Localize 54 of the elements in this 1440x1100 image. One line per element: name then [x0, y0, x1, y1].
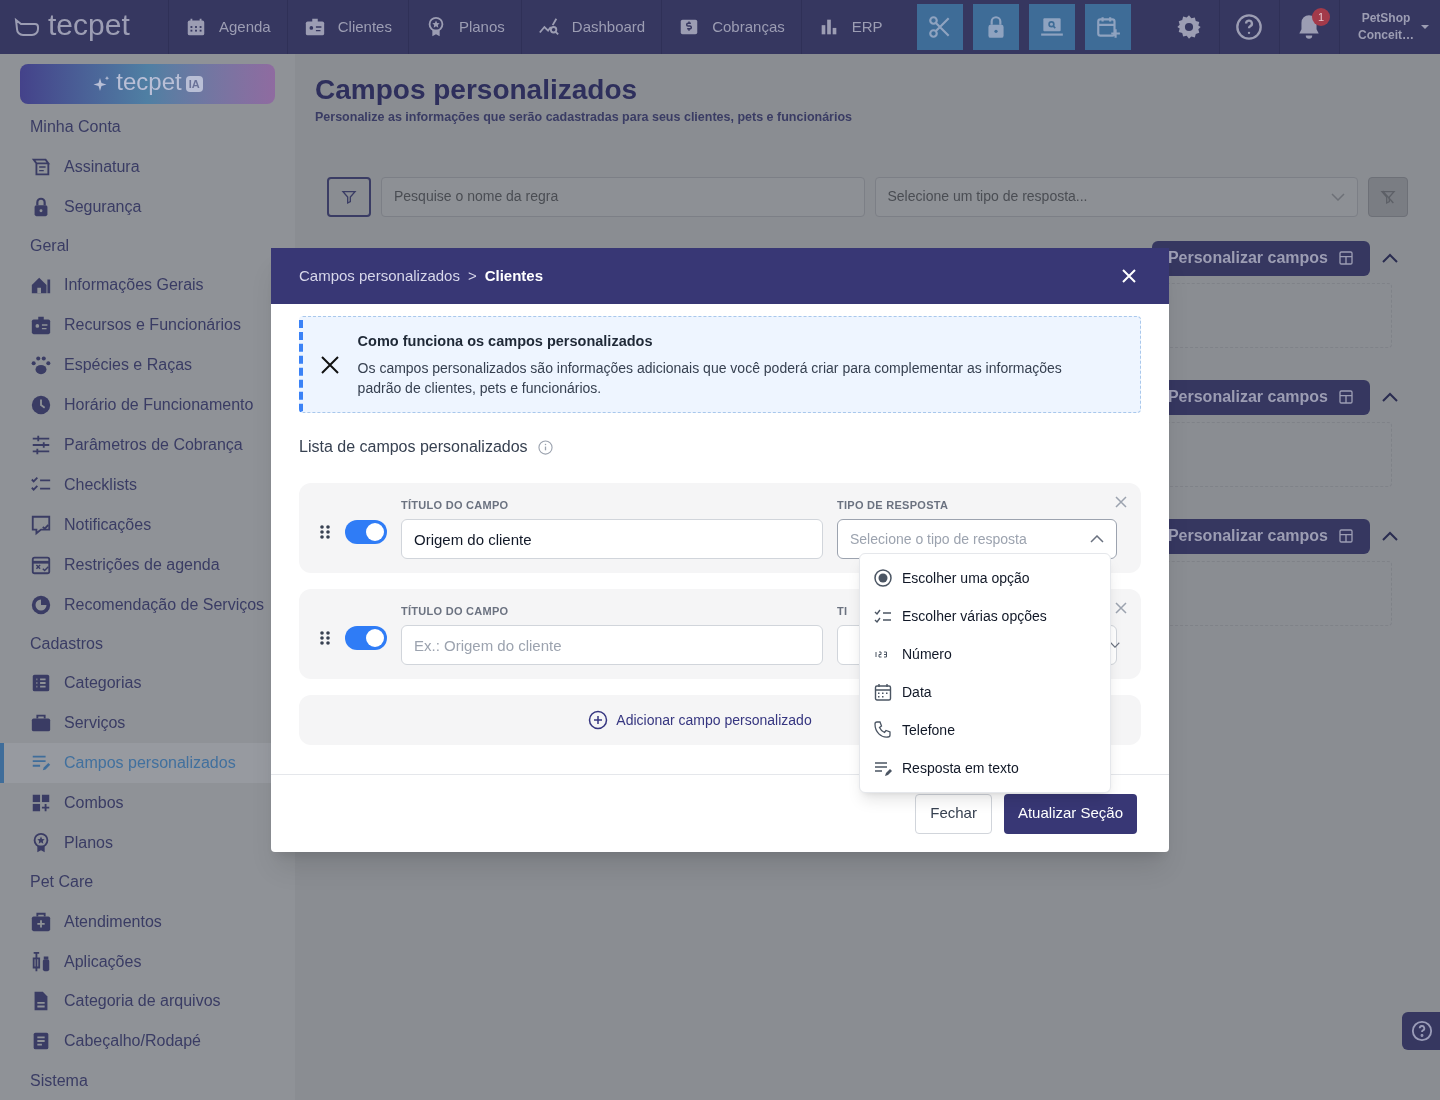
dropdown-option[interactable]: Número: [860, 635, 1110, 673]
info-text: Os campos personalizados são informações adicionais que você poderá criar para complementar as informações padrão de clientes, pets e funcionários.: [357, 359, 1063, 399]
sidebar-item[interactable]: Categorias: [20, 663, 275, 704]
sidebar-item[interactable]: Espécies e Raças: [20, 345, 275, 386]
sidebar-item[interactable]: Checklists: [20, 464, 275, 505]
field-label: TI: [837, 603, 848, 619]
sidebar-item[interactable]: Recursos e Funcionários: [20, 305, 275, 346]
sidebar-item[interactable]: Informações Gerais: [20, 265, 275, 306]
notification-badge: 1: [1312, 8, 1330, 26]
ai-banner[interactable]: tecpet IA: [20, 64, 275, 104]
breadcrumb-current: Clientes: [484, 265, 544, 286]
sidebar-item[interactable]: Assinatura: [20, 146, 275, 187]
sidebar-section-title: Pet Care: [29, 872, 95, 893]
breadcrumb-link[interactable]: Campos personalizados: [299, 264, 460, 288]
sidebar-section-title: Cadastros: [29, 633, 104, 654]
response-type-select[interactable]: Selecione um tipo de resposta...: [874, 176, 1358, 217]
sidebar-section-title: Minha Conta: [29, 117, 122, 138]
sidebar-item[interactable]: Segurança: [20, 186, 275, 227]
sidebar-section-title: Sistema: [29, 1070, 89, 1091]
update-section-button[interactable]: Atualizar Seção: [1003, 793, 1137, 834]
account-name: PetShop: [1361, 10, 1411, 27]
dropdown-option[interactable]: Escolher várias opções: [860, 597, 1110, 635]
ai-banner-logo: tecpet: [116, 69, 182, 94]
sidebar-item[interactable]: Categoria de arquivos: [20, 981, 275, 1022]
input-field[interactable]: Ex.: Origem do cliente: [401, 625, 823, 666]
dropdown-option[interactable]: Resposta em texto: [860, 749, 1110, 787]
sidebar-item[interactable]: Aplicações: [20, 941, 275, 982]
close-dialog-button[interactable]: Fechar: [915, 793, 992, 834]
sidebar-item[interactable]: Restrições de agenda: [20, 544, 275, 585]
sidebar-item[interactable]: Recomendação de Serviços: [20, 584, 275, 625]
logo-text: tecpet: [48, 10, 130, 40]
input-field[interactable]: Origem do cliente: [401, 519, 823, 560]
sidebar-item[interactable]: Cabeçalho/Rodapé: [20, 1021, 275, 1062]
sidebar-section-title: Geral: [29, 236, 71, 256]
ai-badge: IA: [185, 75, 203, 93]
field-label: TÍTULO DO CAMPO: [401, 497, 509, 513]
sidebar-item[interactable]: Horário de Funcionamento: [20, 385, 275, 425]
page-title: Campos personalizados: [315, 74, 639, 106]
sidebar-item[interactable]: Serviços: [20, 703, 275, 744]
customize-fields-button[interactable]: Personalizar campos: [1151, 240, 1370, 276]
sidebar-item[interactable]: Planos: [20, 822, 275, 863]
sidebar-item[interactable]: Combos: [20, 783, 275, 823]
field-label: TIPO DE RESPOSTA: [837, 497, 949, 513]
info-title: Como funciona os campos personalizados: [357, 331, 654, 351]
search-field[interactable]: Pesquise o nome da regra: [381, 176, 865, 217]
sidebar-item[interactable]: Parâmetros de Cobrança: [20, 425, 275, 465]
field-label: TÍTULO DO CAMPO: [401, 603, 509, 619]
account-unit: Conceit…: [1358, 27, 1414, 44]
breadcrumb-separator: >: [467, 265, 477, 286]
page-subtitle: Personalize as informações que serão cadastradas para seus clientes, pets e funcionários: [315, 109, 854, 126]
list-title: Lista de campos personalizados: [299, 437, 528, 457]
sidebar-item[interactable]: Atendimentos: [20, 901, 275, 942]
dropdown-option[interactable]: Escolher uma opção: [860, 559, 1110, 597]
sidebar-item[interactable]: Notificações: [20, 504, 275, 545]
